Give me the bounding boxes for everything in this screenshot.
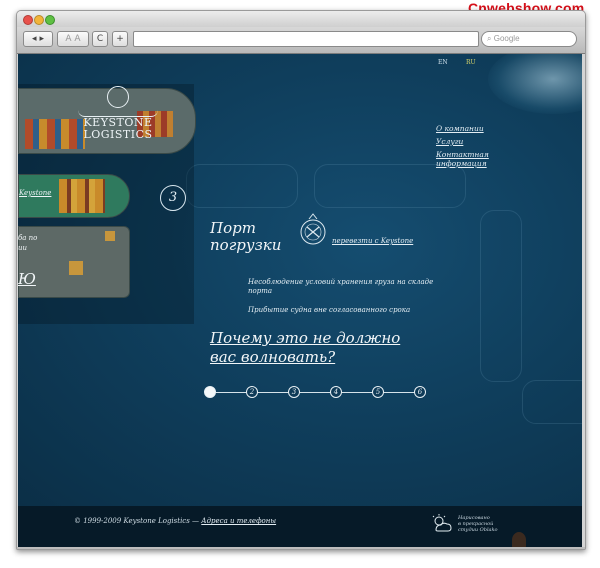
browser-toolbar: ◂ ▸ A A C + ⌕ Google (17, 27, 585, 54)
sea-background: KEYSTONE LOGISTICS Keystone ба по ии Ю E… (18, 54, 582, 506)
risk-item: Несоблюдение условий хранения груза на с… (248, 278, 443, 296)
ghost-ship-outline (480, 210, 522, 382)
left-cut-text-big: Ю (18, 270, 36, 288)
window-bottom-edge (17, 547, 585, 549)
step-timeline: 2 3 4 5 6 (204, 386, 434, 406)
minimize-window-button[interactable] (34, 15, 44, 25)
why-link-line1[interactable]: Почему это не должно (210, 329, 410, 348)
why-link[interactable]: Почему это не должно вас волновать? (210, 329, 410, 367)
zoom-window-button[interactable] (45, 15, 55, 25)
ship-middle: Keystone (18, 174, 130, 218)
forward-arrow-icon[interactable]: ▸ (39, 34, 44, 44)
add-bookmark-button[interactable]: + (112, 31, 128, 47)
wave-foam (488, 54, 582, 114)
boat-icon (512, 532, 526, 547)
risk-item: Прибытие судна вне согласованного срока (248, 306, 443, 315)
lang-ru[interactable]: RU (466, 59, 476, 66)
timeline-step-1[interactable] (204, 386, 216, 398)
logo-emblem-icon (107, 86, 129, 108)
contacts-link[interactable]: Адреса и телефоны (201, 517, 276, 525)
section-title-line2: погрузки (210, 236, 282, 254)
crane (69, 261, 83, 275)
nav-item-contacts-line2[interactable]: информация (436, 159, 489, 168)
ship-label: Keystone (19, 189, 52, 197)
copyright: © 1999-2009 Keystone Logistics — (74, 517, 200, 525)
crane (105, 231, 115, 241)
plus-icon: + (116, 34, 124, 44)
timeline-step-2[interactable]: 2 (246, 386, 258, 398)
risk-item-line2: порта (248, 287, 273, 295)
studio-credit-line3: студии Oblako (458, 527, 498, 533)
why-link-line2[interactable]: вас волновать? (210, 348, 410, 367)
nav-item-contacts[interactable]: Контактная (436, 150, 489, 159)
back-forward-buttons[interactable]: ◂ ▸ (23, 31, 53, 47)
timeline-step-4[interactable]: 4 (330, 386, 342, 398)
risk-item-line1: Прибытие судна вне согласованного срока (248, 306, 411, 314)
timeline-step-3[interactable]: 3 (288, 386, 300, 398)
address-bar[interactable] (133, 31, 479, 47)
nav-item-about[interactable]: О компании (436, 124, 489, 133)
nav-item-services[interactable]: Услуги (436, 137, 489, 146)
left-cut-text-2: ии (18, 244, 28, 252)
container-stack (59, 179, 105, 213)
footer-text: © 1999-2009 Keystone Logistics — Адреса … (74, 517, 276, 525)
cloud-sun-icon (432, 514, 452, 532)
section-title-line1: Порт (210, 219, 256, 237)
section-title: Порт погрузки (210, 220, 300, 254)
text-size-button[interactable]: A A (57, 31, 89, 47)
seal-icon (300, 213, 326, 245)
transfer-link[interactable]: перевезти с Keystone (332, 237, 413, 245)
footer: © 1999-2009 Keystone Logistics — Адреса … (18, 506, 582, 547)
title-bar (17, 11, 585, 27)
studio-credit[interactable]: Нарисовано в прекрасной студии Oblako (458, 515, 520, 533)
left-cut-text-1: ба по (18, 234, 38, 242)
reload-button[interactable]: C (92, 31, 108, 47)
timeline-line (210, 392, 422, 393)
search-field[interactable]: ⌕ Google (481, 31, 577, 47)
close-window-button[interactable] (23, 15, 33, 25)
risk-item-line1: Несоблюдение условий хранения груза на с… (248, 278, 434, 286)
browser-window: ◂ ▸ A A C + ⌕ Google KEYSTONE LOGISTICS … (16, 10, 586, 550)
web-page: KEYSTONE LOGISTICS Keystone ба по ии Ю E… (18, 54, 582, 547)
search-placeholder: Google (493, 34, 520, 43)
ghost-ship-outline (186, 164, 298, 208)
main-nav: О компании Услуги Контактная информация (436, 124, 489, 168)
timeline-step-5[interactable]: 5 (372, 386, 384, 398)
ghost-ship-outline (522, 380, 582, 424)
step-indicator: 3 (160, 185, 186, 211)
timeline-step-6[interactable]: 6 (414, 386, 426, 398)
magnifier-icon: ⌕ (487, 34, 492, 43)
back-arrow-icon[interactable]: ◂ (32, 34, 37, 44)
logo: KEYSTONE LOGISTICS (70, 86, 166, 150)
lang-en[interactable]: EN (438, 59, 448, 66)
reload-icon: C (96, 34, 104, 44)
ghost-ship-outline (314, 164, 466, 208)
logo-text-line2: LOGISTICS (83, 128, 153, 141)
